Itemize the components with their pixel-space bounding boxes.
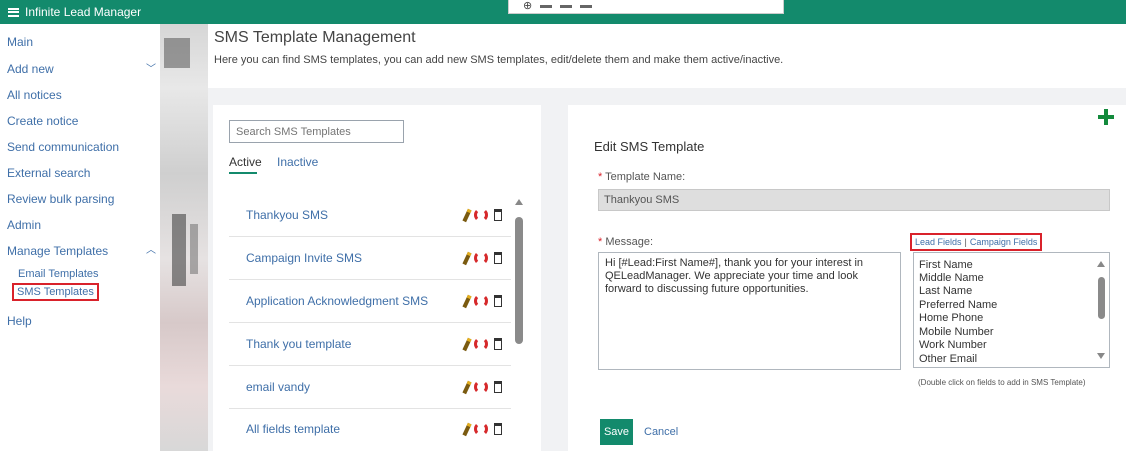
template-name[interactable]: email vandy bbox=[246, 380, 310, 394]
background-photo bbox=[160, 24, 208, 451]
message-textarea[interactable]: Hi [#Lead:First Name#], thank you for yo… bbox=[598, 252, 901, 370]
overlay-toolbar: ⊕ bbox=[508, 0, 784, 14]
edit-icon[interactable] bbox=[462, 380, 472, 395]
template-name[interactable]: Application Acknowledgment SMS bbox=[246, 294, 428, 308]
table-row[interactable]: Application Acknowledgment SMS bbox=[229, 280, 511, 323]
message-label: * Message: bbox=[598, 236, 654, 248]
delete-icon[interactable] bbox=[494, 295, 502, 307]
save-button[interactable]: Save bbox=[600, 419, 633, 445]
delete-icon[interactable] bbox=[494, 252, 502, 264]
menu-icon[interactable] bbox=[8, 7, 19, 17]
delete-icon[interactable] bbox=[494, 338, 502, 350]
field-list-scrollbar-thumb[interactable] bbox=[1098, 277, 1105, 319]
app-title: Infinite Lead Manager bbox=[8, 5, 141, 19]
tab-active[interactable]: Active bbox=[229, 155, 262, 169]
top-bar: Infinite Lead Manager ⊕ bbox=[0, 0, 1126, 24]
scroll-up-icon[interactable] bbox=[515, 199, 523, 205]
list-item[interactable]: First Name bbox=[919, 259, 973, 271]
edit-icon[interactable] bbox=[462, 337, 472, 352]
toggle-status-icon[interactable] bbox=[474, 208, 488, 222]
search-input[interactable] bbox=[229, 120, 404, 143]
field-source-links: Lead Fields | Campaign Fields bbox=[910, 233, 1043, 251]
page-description: Here you can find SMS templates, you can… bbox=[214, 54, 784, 66]
chevron-down-icon[interactable]: ﹀ bbox=[146, 60, 156, 75]
list-item[interactable]: Mobile Number bbox=[919, 326, 994, 338]
sidebar-item-email-templates[interactable]: Email Templates bbox=[18, 268, 99, 280]
sidebar-item-external-search[interactable]: External search bbox=[7, 166, 90, 180]
cancel-button[interactable]: Cancel bbox=[644, 426, 678, 438]
lead-fields-link[interactable]: Lead Fields bbox=[915, 237, 962, 247]
template-name[interactable]: All fields template bbox=[246, 422, 340, 436]
edit-icon[interactable] bbox=[462, 294, 472, 309]
campaign-fields-link[interactable]: Campaign Fields bbox=[970, 237, 1038, 247]
template-name[interactable]: Thankyou SMS bbox=[246, 208, 328, 222]
sidebar-item-create-notice[interactable]: Create notice bbox=[7, 114, 78, 128]
list-scrollbar-thumb[interactable] bbox=[515, 217, 523, 344]
delete-icon[interactable] bbox=[494, 423, 502, 435]
field-list[interactable]: First Name Middle Name Last Name Preferr… bbox=[913, 252, 1110, 368]
template-name-label: * Template Name: bbox=[598, 171, 686, 183]
list-item[interactable]: Middle Name bbox=[919, 272, 984, 284]
sidebar-item-send-communication[interactable]: Send communication bbox=[7, 140, 119, 154]
template-name[interactable]: Thank you template bbox=[246, 337, 351, 351]
edit-icon[interactable] bbox=[462, 208, 472, 223]
toggle-status-icon[interactable] bbox=[474, 422, 488, 436]
delete-icon[interactable] bbox=[494, 381, 502, 393]
list-item[interactable]: Last Name bbox=[919, 285, 972, 297]
list-item[interactable]: Preferred Name bbox=[919, 299, 997, 311]
sidebar-item-sms-templates[interactable]: SMS Templates bbox=[12, 283, 99, 301]
chevron-up-icon[interactable]: ︿ bbox=[146, 241, 156, 256]
sidebar-item-review-bulk-parsing[interactable]: Review bulk parsing bbox=[7, 192, 114, 206]
template-name-field[interactable]: Thankyou SMS bbox=[598, 189, 1110, 211]
sidebar-item-admin[interactable]: Admin bbox=[7, 218, 41, 232]
list-item[interactable]: Work Number bbox=[919, 339, 987, 351]
edit-icon[interactable] bbox=[462, 251, 472, 266]
toggle-status-icon[interactable] bbox=[474, 294, 488, 308]
sidebar-item-all-notices[interactable]: All notices bbox=[7, 88, 62, 102]
toggle-status-icon[interactable] bbox=[474, 251, 488, 265]
sidebar-item-help[interactable]: Help bbox=[7, 314, 32, 328]
tab-inactive[interactable]: Inactive bbox=[277, 155, 318, 169]
template-name[interactable]: Campaign Invite SMS bbox=[246, 251, 362, 265]
sidebar-item-manage-templates[interactable]: Manage Templates bbox=[7, 244, 108, 258]
app-title-text: Infinite Lead Manager bbox=[25, 5, 142, 19]
add-icon[interactable] bbox=[1097, 108, 1115, 126]
scroll-up-icon[interactable] bbox=[1097, 261, 1105, 267]
edit-panel-title: Edit SMS Template bbox=[594, 139, 705, 154]
sidebar-item-main[interactable]: Main bbox=[7, 35, 33, 49]
table-row[interactable]: Campaign Invite SMS bbox=[229, 237, 511, 280]
field-list-hint: (Double click on fields to add in SMS Te… bbox=[918, 378, 1086, 387]
table-row[interactable]: email vandy bbox=[229, 366, 511, 409]
sidebar-item-add-new[interactable]: Add new bbox=[7, 62, 54, 76]
edit-icon[interactable] bbox=[462, 422, 472, 437]
scroll-down-icon[interactable] bbox=[1097, 353, 1105, 359]
page-title: SMS Template Management bbox=[214, 29, 416, 46]
table-row[interactable]: All fields template bbox=[229, 408, 511, 451]
table-row[interactable]: Thankyou SMS bbox=[229, 194, 511, 237]
list-item[interactable]: Home Phone bbox=[919, 312, 983, 324]
toggle-status-icon[interactable] bbox=[474, 380, 488, 394]
globe-icon[interactable]: ⊕ bbox=[523, 1, 532, 12]
table-row[interactable]: Thank you template bbox=[229, 323, 511, 366]
active-tab-indicator bbox=[229, 172, 257, 174]
list-item[interactable]: Other Email bbox=[919, 353, 977, 365]
toggle-status-icon[interactable] bbox=[474, 337, 488, 351]
delete-icon[interactable] bbox=[494, 209, 502, 221]
